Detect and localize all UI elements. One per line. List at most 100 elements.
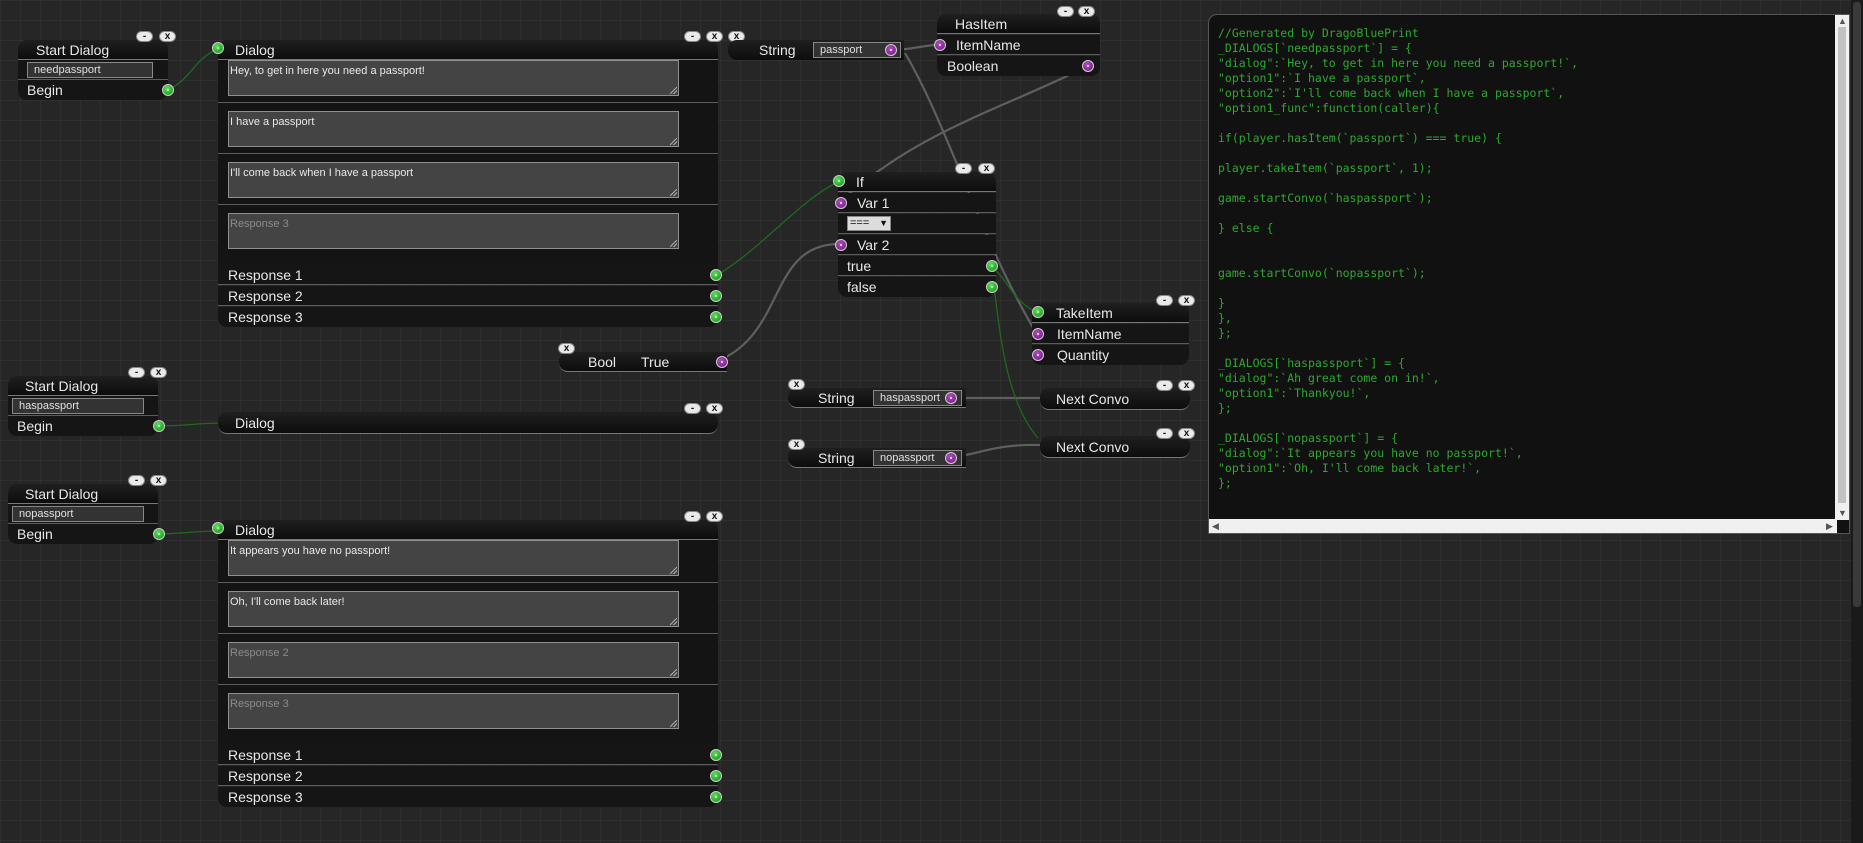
minimize-button[interactable]: - <box>1156 428 1173 439</box>
option2-text-area[interactable]: I'll come back when I have a passport <box>228 162 679 198</box>
node-body[interactable]: String haspassport <box>788 388 966 408</box>
string-node-haspassport[interactable]: String haspassport <box>788 388 966 408</box>
page-scrollbar[interactable] <box>1851 0 1863 843</box>
response1-exec-pin[interactable] <box>710 749 722 761</box>
close-button[interactable]: x <box>978 163 995 174</box>
bool-out-pin[interactable] <box>716 356 728 368</box>
node-header[interactable]: Dialog <box>218 412 718 434</box>
close-button[interactable]: x <box>1178 380 1195 391</box>
response2-exec-pin[interactable] <box>710 290 722 302</box>
false-exec-pin[interactable] <box>986 281 998 293</box>
begin-exec-pin[interactable] <box>153 528 165 540</box>
close-button[interactable]: x <box>1078 6 1095 17</box>
close-button[interactable]: x <box>788 439 805 450</box>
response3-exec-pin[interactable] <box>710 791 722 803</box>
resize-grip-icon[interactable] <box>670 618 677 625</box>
begin-exec-pin[interactable] <box>162 84 174 96</box>
resize-grip-icon[interactable] <box>670 669 677 676</box>
node-header[interactable]: Dialog <box>212 40 718 60</box>
scroll-left-icon[interactable]: ◀ <box>1212 521 1219 531</box>
option3-text-area[interactable]: Response 3 <box>228 693 679 729</box>
option1-text-area[interactable]: Oh, I'll come back later! <box>228 591 679 627</box>
minimize-button[interactable]: - <box>684 403 701 414</box>
resize-grip-icon[interactable] <box>670 189 677 196</box>
dialog-node-haspassport[interactable]: Dialog <box>218 412 718 434</box>
node-header[interactable]: Start Dialog <box>8 376 158 396</box>
string-out-pin[interactable] <box>885 44 897 56</box>
node-header[interactable]: Dialog <box>212 520 718 540</box>
begin-exec-pin[interactable] <box>153 420 165 432</box>
var1-in-pin[interactable] <box>835 197 847 209</box>
minimize-button[interactable]: - <box>1156 295 1173 306</box>
resize-grip-icon[interactable] <box>670 720 677 727</box>
quantity-in-pin[interactable] <box>1032 349 1044 361</box>
close-button[interactable]: x <box>558 343 575 354</box>
response2-exec-pin[interactable] <box>710 770 722 782</box>
hasitem-node[interactable]: HasItem ItemName Boolean <box>934 14 1100 76</box>
vertical-scrollbar[interactable]: ▲ ▼ <box>1835 15 1849 520</box>
close-button[interactable]: x <box>706 403 723 414</box>
close-button[interactable]: x <box>159 31 176 42</box>
node-header[interactable]: If <box>833 172 996 192</box>
close-button[interactable]: x <box>150 475 167 486</box>
dialog-text-area[interactable]: Hey, to get in here you need a passport! <box>228 60 679 96</box>
option3-text-area[interactable]: Response 3 <box>228 213 679 249</box>
convo-name-input[interactable]: nopassport <box>12 506 144 522</box>
dialog-text-area[interactable]: It appears you have no passport! <box>228 540 679 576</box>
boolean-out-pin[interactable] <box>1082 60 1094 72</box>
minimize-button[interactable]: - <box>1057 6 1074 17</box>
generated-code-text[interactable]: //Generated by DragoBluePrint _DIALOGS[`… <box>1218 26 1828 516</box>
itemname-in-pin[interactable] <box>934 39 946 51</box>
node-header[interactable]: TakeItem <box>1032 303 1189 323</box>
minimize-button[interactable]: - <box>955 163 972 174</box>
node-header[interactable]: Next Convo <box>1040 388 1190 410</box>
convo-name-input[interactable]: needpassport <box>27 62 153 78</box>
node-header[interactable]: Start Dialog <box>18 40 168 60</box>
start-dialog-node-needpassport[interactable]: Start Dialog needpassport Begin <box>18 40 174 100</box>
horizontal-scrollbar[interactable]: ◀ ▶ <box>1209 519 1837 533</box>
exec-in-pin[interactable] <box>212 42 224 54</box>
close-button[interactable]: x <box>1178 428 1195 439</box>
start-dialog-node-haspassport[interactable]: Start Dialog haspassport Begin <box>8 376 165 436</box>
close-button[interactable]: x <box>150 367 167 378</box>
scrollbar-thumb[interactable] <box>1838 27 1846 503</box>
close-button[interactable]: x <box>706 511 723 522</box>
convo-name-input[interactable]: haspassport <box>12 398 144 414</box>
node-body[interactable]: String nopassport <box>788 448 966 468</box>
scroll-up-icon[interactable]: ▲ <box>1838 16 1847 26</box>
response1-exec-pin[interactable] <box>710 269 722 281</box>
resize-grip-icon[interactable] <box>670 567 677 574</box>
exec-in-pin[interactable] <box>1032 306 1044 318</box>
resize-grip-icon[interactable] <box>670 87 677 94</box>
bool-node[interactable]: Bool True <box>559 352 728 372</box>
itemname-in-pin[interactable] <box>1032 328 1044 340</box>
bool-value[interactable]: True <box>641 352 669 372</box>
minimize-button[interactable]: - <box>684 511 701 522</box>
start-dialog-node-nopassport[interactable]: Start Dialog nopassport Begin <box>8 484 165 544</box>
exec-in-pin[interactable] <box>833 175 845 187</box>
node-body[interactable]: String passport <box>728 40 904 60</box>
operator-select[interactable]: === ▼ <box>847 216 891 231</box>
resize-grip-icon[interactable] <box>670 240 677 247</box>
option2-text-area[interactable]: Response 2 <box>228 642 679 678</box>
node-body[interactable]: Bool True <box>559 352 728 372</box>
scroll-down-icon[interactable]: ▼ <box>1838 508 1847 518</box>
string-out-pin[interactable] <box>945 392 957 404</box>
var2-in-pin[interactable] <box>835 239 847 251</box>
next-convo-node-1[interactable]: Next Convo <box>1040 388 1190 410</box>
dialog-node-nopassport[interactable]: Dialog It appears you have no passport! … <box>212 520 722 808</box>
minimize-button[interactable]: - <box>1156 380 1173 391</box>
response3-exec-pin[interactable] <box>710 311 722 323</box>
scroll-right-icon[interactable]: ▶ <box>1826 521 1833 531</box>
dialog-node-needpassport[interactable]: Dialog Hey, to get in here you need a pa… <box>212 40 722 328</box>
string-node-passport[interactable]: String passport <box>728 40 904 60</box>
node-header[interactable]: HasItem <box>937 14 1100 34</box>
true-exec-pin[interactable] <box>986 260 998 272</box>
minimize-button[interactable]: - <box>684 31 701 42</box>
close-button[interactable]: x <box>706 31 723 42</box>
page-scrollbar-thumb[interactable] <box>1853 2 1861 607</box>
generated-code-panel[interactable]: //Generated by DragoBluePrint _DIALOGS[`… <box>1208 14 1850 534</box>
close-button[interactable]: x <box>1178 295 1195 306</box>
exec-in-pin[interactable] <box>212 522 224 534</box>
close-button[interactable]: x <box>788 379 805 390</box>
